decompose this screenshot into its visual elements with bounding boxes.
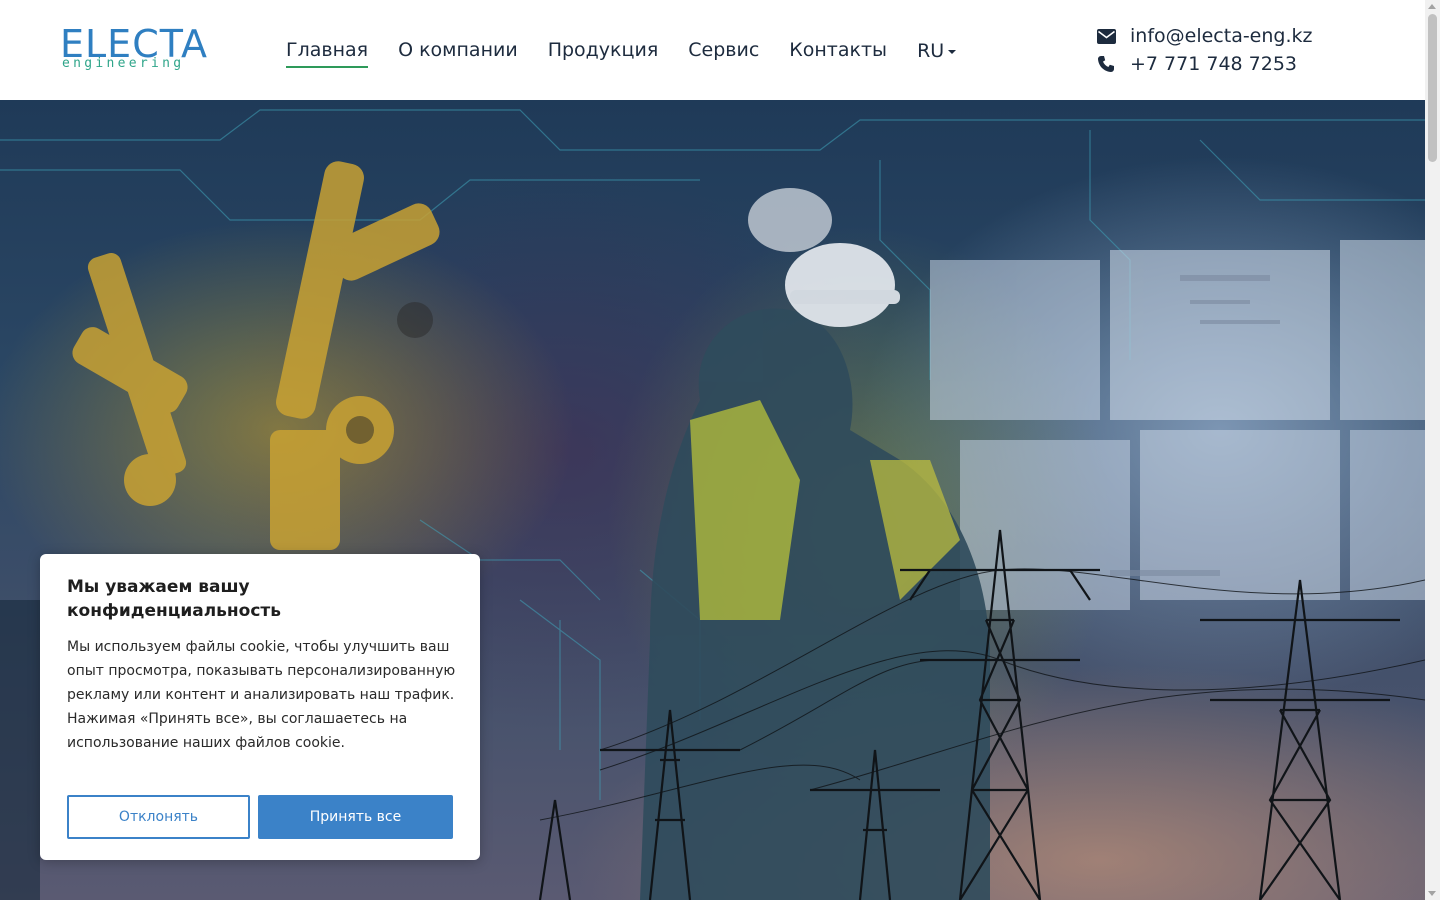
page-scrollbar[interactable] [1425,0,1440,900]
cookie-body: Мы используем файлы cookie, чтобы улучши… [67,639,456,751]
nav-item-home[interactable]: Главная [286,36,369,68]
envelope-icon [1096,26,1116,46]
cookie-consent-dialog: Мы уважаем вашу конфиденциальность Мы ис… [40,554,480,860]
scroll-up-arrow-icon[interactable] [1428,4,1436,9]
cookie-title: Мы уважаем вашу конфиденциальность [67,577,282,621]
main-nav: Главная О компании Продукция Сервис Конт… [286,36,957,68]
site-header: ELECTA engineering Главная О компании Пр… [0,0,1425,100]
phone-contact[interactable]: +7 771 748 7253 [1096,50,1313,78]
scroll-thumb[interactable] [1428,14,1437,162]
scroll-down-arrow-icon[interactable] [1428,891,1436,896]
site-logo[interactable]: ELECTA engineering [60,24,228,76]
caret-down-icon [948,50,957,54]
nav-item-about[interactable]: О компании [398,36,518,66]
phone-icon [1096,54,1116,74]
header-contacts: info@electa-eng.kz +7 771 748 7253 [1096,22,1313,78]
reject-cookies-button[interactable]: Отклонять [67,795,250,839]
accept-all-cookies-button[interactable]: Принять все [258,795,453,839]
language-label: RU [917,40,945,62]
nav-item-products[interactable]: Продукция [548,36,659,66]
language-selector[interactable]: RU [917,36,957,66]
nav-item-service[interactable]: Сервис [688,36,759,66]
phone-text: +7 771 748 7253 [1130,53,1298,75]
logo-tagline: engineering [62,56,185,71]
email-contact[interactable]: info@electa-eng.kz [1096,22,1313,50]
email-text: info@electa-eng.kz [1130,25,1313,47]
nav-item-contacts[interactable]: Контакты [789,36,887,66]
